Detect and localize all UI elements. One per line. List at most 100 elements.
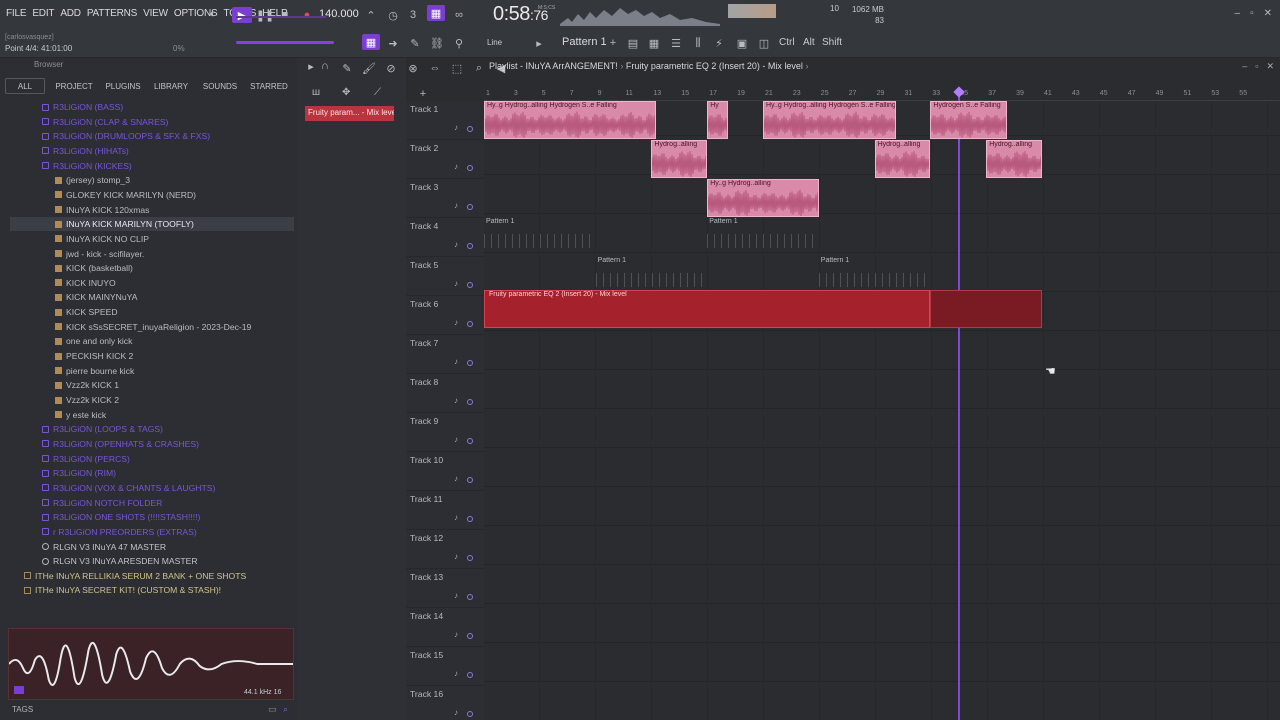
browser-folder[interactable]: R3LiGiON (HIHATs) [42,144,129,158]
browser-file[interactable]: INuYA KICK 120xmas [55,203,149,217]
track-mute-icon[interactable] [467,399,473,405]
tab-all[interactable]: ALL [5,78,45,94]
browser-pack[interactable]: ITHe INuYA RELLIKIA SERUM 2 BANK + ONE S… [24,569,246,583]
playhead[interactable] [958,88,961,720]
track-header[interactable]: Track 4 ♪ [406,218,484,257]
track-mute-icon[interactable] [467,516,473,522]
pattern-clip[interactable]: Pattern 1 [707,218,819,256]
track-name[interactable]: Track 7 [410,338,438,348]
track-name[interactable]: Track 1 [410,104,438,114]
track-header[interactable]: Track 2 ♪ [406,140,484,179]
browser-folder[interactable]: r R3LiGiON PREORDERS (EXTRAS) [42,525,197,539]
browser-file[interactable]: y este kick [55,408,106,422]
metronome-icon[interactable]: ⌃ [362,7,380,23]
timeline-ruler[interactable]: 1 3 5 7 9 11 13 15 17 19 21 23 25 27 29 31 33 35 37 39 41 43 4… [484,88,1280,101]
shift-key[interactable]: Shift [822,37,842,48]
audio-clip[interactable]: Hydrog..alling [651,140,708,178]
menu-edit[interactable]: EDIT [32,8,54,19]
browser-folder[interactable]: R3LiGiON (VOX & CHANTS & LAUGHTS) [42,481,215,495]
track-name[interactable]: Track 10 [410,455,443,465]
track-mute-icon[interactable] [467,711,473,717]
paint-tool-icon[interactable]: 🖌 [360,60,378,76]
tab-project[interactable]: PROJECT [45,78,103,100]
tempo-display[interactable]: 140.000 [319,8,359,20]
arrow-right-icon[interactable]: ➜ [384,35,402,51]
browser-file[interactable]: Vzz2k KICK 1 [55,378,119,392]
track-name[interactable]: Track 2 [410,143,438,153]
browser-folder[interactable]: R3LiGiON (KICKES) [42,159,132,173]
browser-file[interactable]: one and only kick [55,334,132,348]
folder-icon[interactable]: ▭ [268,704,277,715]
menu-add[interactable]: ADD [60,8,81,19]
browser-folder[interactable]: R3LiGiON (LOOPS & TAGS) [42,422,163,436]
track-name[interactable]: Track 15 [410,650,443,660]
master-volume-slider[interactable] [236,41,334,44]
track-header[interactable]: Track 1 ♪ [406,101,484,140]
wait-input-icon[interactable]: ◷ [384,7,402,23]
master-pitch-slider[interactable] [236,16,326,18]
browser-file[interactable]: jwd - kick - scifilayer. [55,247,144,261]
add-track-icon[interactable]: ✥ [342,87,358,99]
browser-file[interactable]: KICK SPEED [55,305,118,319]
browser-file[interactable]: (jersey) stomp_3 [55,173,130,187]
track-mute-icon[interactable] [467,165,473,171]
track-mute-icon[interactable] [467,477,473,483]
browser-folder[interactable]: R3LiGiON ONE SHOTS (!!!!STASH!!!!) [42,510,200,524]
playlist-minimize-icon[interactable]: – [1242,61,1247,72]
automation-clip-tail[interactable] [930,290,1042,328]
pattern-selector[interactable]: Pattern 1 [562,36,607,48]
play-button[interactable]: ❚❚ [256,7,274,23]
menu-file[interactable]: FILE [6,8,27,19]
piano-keys-icon[interactable]: ш [312,87,328,99]
magnet-icon[interactable]: ∩ [316,58,334,74]
track-header[interactable]: Track 5 ♪ [406,257,484,296]
add-marker-icon[interactable]: + [414,86,432,102]
browser-folder[interactable]: R3LiGiON NOTCH FOLDER [42,496,162,510]
browser-file[interactable]: KICK INUYO [55,276,116,290]
playlist-grid[interactable] [484,101,1280,720]
pattern-clip[interactable]: Pattern 1 [484,218,596,256]
plugin-icon[interactable]: ⚡ [710,35,728,51]
track-header[interactable]: Track 16 ♪ [406,686,484,720]
ctrl-key[interactable]: Ctrl [779,37,795,48]
track-mute-icon[interactable] [467,243,473,249]
save-icon[interactable]: ▣ [733,35,751,51]
piano-roll-icon[interactable]: ▦ [645,35,663,51]
delete-tool-icon[interactable]: ⊘ [382,60,400,76]
browser-file[interactable]: KICK (basketball) [55,261,133,275]
browser-folder[interactable]: R3LiGiON (OPENHATS & CRASHES) [42,437,199,451]
track-name[interactable]: Track 11 [410,494,442,504]
track-name[interactable]: Track 9 [410,416,438,426]
zoom-tool-icon[interactable]: ⌕ [470,60,488,76]
track-name[interactable]: Track 14 [410,611,443,621]
track-mute-icon[interactable] [467,126,473,132]
audio-clip[interactable]: Hy..g Hydrog..alling Hydrogen S..e Falli… [763,101,896,139]
track-header[interactable]: Track 14 ♪ [406,608,484,647]
track-header[interactable]: Track 7 ♪ [406,335,484,374]
track-name[interactable]: Track 13 [410,572,443,582]
audio-clip[interactable]: Hydrog..alling [986,140,1042,178]
browser-project[interactable]: RLGN V3 INuYA 47 MASTER [42,540,166,554]
search-icon[interactable]: ⌕ [283,704,288,715]
track-header[interactable]: Track 10 ♪ [406,452,484,491]
channel-rack-icon[interactable]: ☰ [667,35,685,51]
menu-view[interactable]: VIEW [143,8,168,19]
record-button[interactable]: ● [298,7,316,23]
slip-tool-icon[interactable]: ⇔ [426,60,444,76]
track-header[interactable]: Track 11 ♪ [406,491,484,530]
track-header[interactable]: Track 15 ♪ [406,647,484,686]
browser-file[interactable]: INuYA KICK NO CLIP [55,232,149,246]
maximize-icon[interactable]: ▫ [1250,8,1254,19]
track-name[interactable]: Track 6 [410,299,438,309]
browser-file[interactable]: GLOKEY KICK MARILYN (NERD) [55,188,196,202]
pencil-icon[interactable]: ✎ [406,35,424,51]
tab-sounds[interactable]: SOUNDS [199,78,241,100]
pattern-icon[interactable]: ▦ [362,34,380,50]
playlist-maximize-icon[interactable]: ▫ [1255,61,1258,72]
audio-clip[interactable]: Hydrogen S..e Falling [930,101,1008,139]
brush-icon[interactable]: ⟋ [374,87,390,99]
pattern-song-toggle-icon[interactable]: ◐ [204,6,222,22]
track-mute-icon[interactable] [467,555,473,561]
link-icon[interactable]: ⛓ [428,35,446,51]
track-mute-icon[interactable] [467,594,473,600]
